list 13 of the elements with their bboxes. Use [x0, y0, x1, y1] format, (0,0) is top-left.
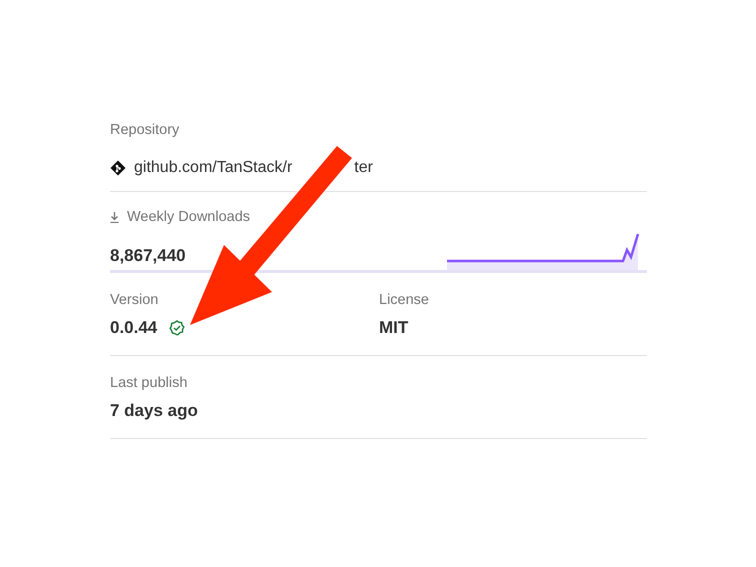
field-label: Weekly Downloads [127, 208, 250, 226]
version-number: 0.0.44 [110, 317, 158, 339]
field-label: Last publish [110, 374, 188, 392]
publish-date: 7 days ago [110, 400, 199, 422]
repository-link[interactable]: github.com/TanStack/r [134, 159, 292, 177]
field-label: License [379, 291, 430, 309]
field-label: Version [110, 291, 160, 309]
download-count: 8,867,440 [110, 245, 186, 267]
git-icon [110, 160, 126, 176]
repository-link[interactable]: ter [354, 159, 373, 177]
download-icon [110, 212, 119, 222]
field-label: Repository [110, 121, 180, 139]
license-value: MIT [379, 317, 410, 339]
